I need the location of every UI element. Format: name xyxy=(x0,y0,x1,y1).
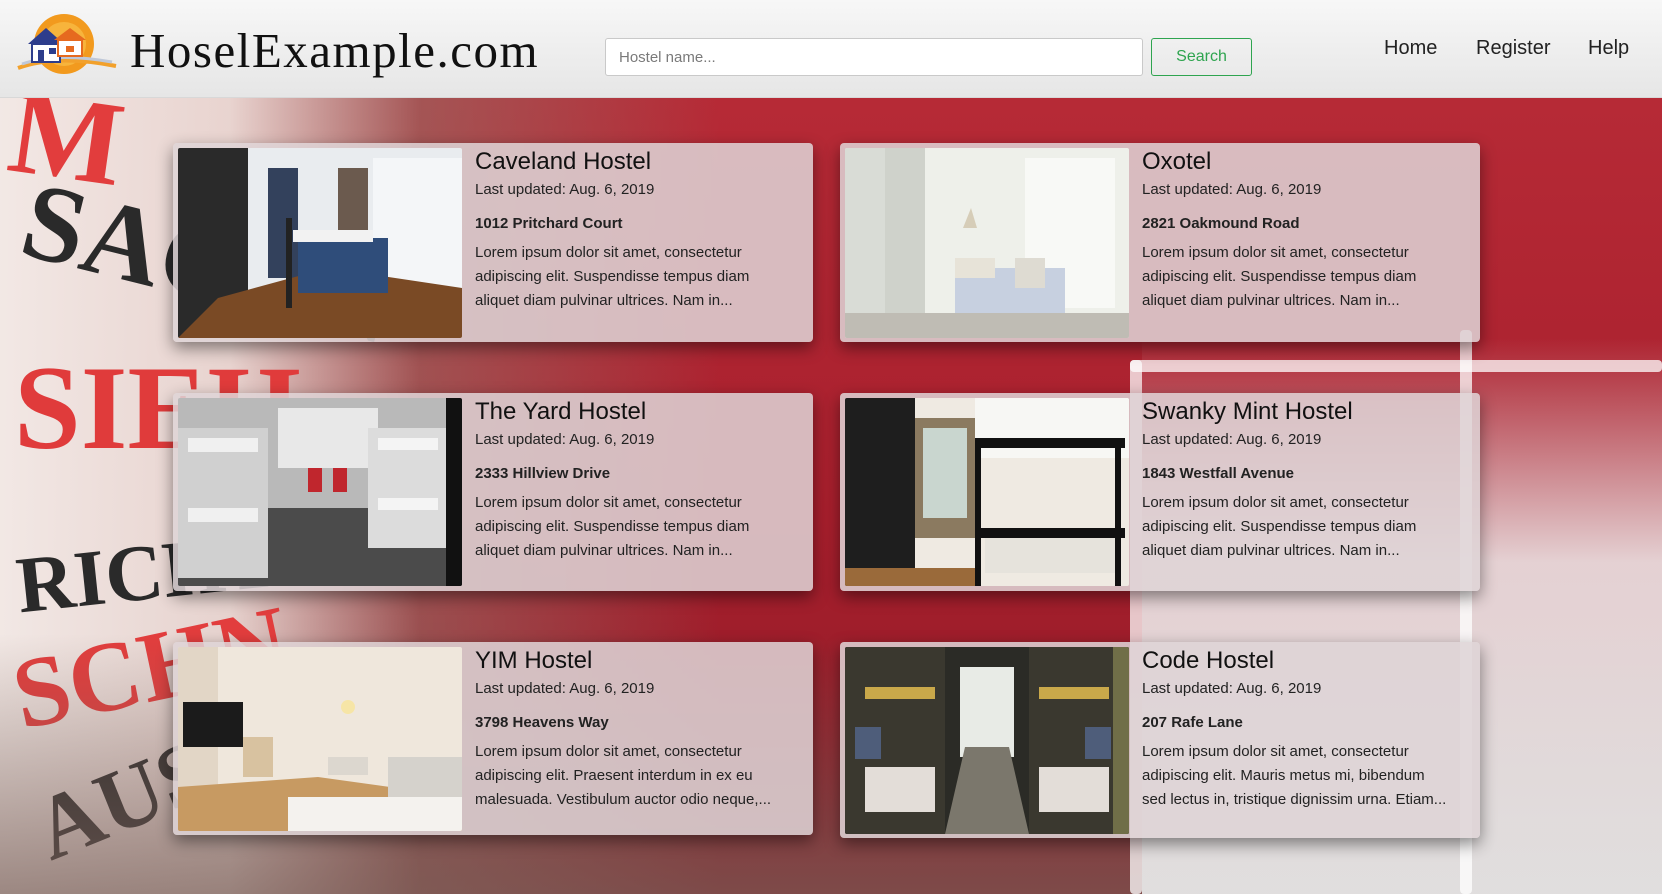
hostel-address: 2333 Hillview Drive xyxy=(475,465,611,482)
hostel-description: Lorem ipsum dolor sit amet, consectetur … xyxy=(475,241,805,313)
description-line: aliquet diam pulvinar ultrices. Nam in..… xyxy=(475,542,733,559)
description-line: Lorem ipsum dolor sit amet, consectetur xyxy=(475,743,742,760)
last-updated: Last updated: Aug. 6, 2019 xyxy=(475,680,655,697)
last-updated: Last updated: Aug. 6, 2019 xyxy=(475,181,655,198)
description-line: adipiscing elit. Praesent interdum in ex… xyxy=(475,767,753,784)
hostel-name[interactable]: Code Hostel xyxy=(1142,647,1274,675)
description-line: sed lectus in, tristique dignissim urna.… xyxy=(1142,791,1447,808)
description-line: adipiscing elit. Suspendisse tempus diam xyxy=(1142,518,1417,535)
description-line: Lorem ipsum dolor sit amet, consectetur xyxy=(475,494,742,511)
hostel-description: Lorem ipsum dolor sit amet, consectetur … xyxy=(1142,740,1472,812)
hostel-description: Lorem ipsum dolor sit amet, consectetur … xyxy=(475,740,805,812)
last-updated: Last updated: Aug. 6, 2019 xyxy=(475,431,655,448)
hostel-address: 1012 Pritchard Court xyxy=(475,215,623,232)
hostel-card[interactable]: Swanky Mint Hostel Last updated: Aug. 6,… xyxy=(840,393,1480,591)
description-line: Lorem ipsum dolor sit amet, consectetur xyxy=(1142,494,1409,511)
description-line: aliquet diam pulvinar ultrices. Nam in..… xyxy=(475,292,733,309)
hostel-name[interactable]: Caveland Hostel xyxy=(475,148,651,176)
hostel-name[interactable]: YIM Hostel xyxy=(475,647,592,675)
description-line: Lorem ipsum dolor sit amet, consectetur xyxy=(1142,244,1409,261)
hostel-photo[interactable] xyxy=(845,148,1129,338)
nav-link-help[interactable]: Help xyxy=(1588,37,1629,60)
last-updated: Last updated: Aug. 6, 2019 xyxy=(1142,680,1322,697)
hostel-card[interactable]: Code Hostel Last updated: Aug. 6, 2019 2… xyxy=(840,642,1480,838)
site-header: HoselExample.com Search Home Register He… xyxy=(0,0,1662,98)
site-title[interactable]: HoselExample.com xyxy=(130,22,539,79)
hostel-description: Lorem ipsum dolor sit amet, consectetur … xyxy=(475,491,805,563)
description-line: aliquet diam pulvinar ultrices. Nam in..… xyxy=(1142,542,1400,559)
description-line: adipiscing elit. Suspendisse tempus diam xyxy=(1142,268,1417,285)
description-line: Lorem ipsum dolor sit amet, consectetur xyxy=(475,244,742,261)
bed-rail xyxy=(1130,360,1662,372)
nav-link-register[interactable]: Register xyxy=(1476,37,1550,60)
description-line: Lorem ipsum dolor sit amet, consectetur xyxy=(1142,743,1409,760)
hostel-address: 207 Rafe Lane xyxy=(1142,714,1243,731)
description-line: adipiscing elit. Suspendisse tempus diam xyxy=(475,268,750,285)
description-line: adipiscing elit. Suspendisse tempus diam xyxy=(475,518,750,535)
hostel-name[interactable]: Oxotel xyxy=(1142,148,1211,176)
hostel-card[interactable]: YIM Hostel Last updated: Aug. 6, 2019 37… xyxy=(173,642,813,835)
hostel-photo[interactable] xyxy=(178,647,462,831)
hostel-photo[interactable] xyxy=(178,398,462,586)
description-line: malesuada. Vestibulum auctor odio neque,… xyxy=(475,791,772,808)
description-line: aliquet diam pulvinar ultrices. Nam in..… xyxy=(1142,292,1400,309)
hostel-description: Lorem ipsum dolor sit amet, consectetur … xyxy=(1142,241,1472,313)
hostel-description: Lorem ipsum dolor sit amet, consectetur … xyxy=(1142,491,1472,563)
hostel-name[interactable]: Swanky Mint Hostel xyxy=(1142,398,1353,426)
last-updated: Last updated: Aug. 6, 2019 xyxy=(1142,181,1322,198)
description-line: adipiscing elit. Mauris metus mi, bibend… xyxy=(1142,767,1425,784)
hostel-address: 2821 Oakmound Road xyxy=(1142,215,1300,232)
hostel-card[interactable]: Oxotel Last updated: Aug. 6, 2019 2821 O… xyxy=(840,143,1480,342)
hostel-address: 3798 Heavens Way xyxy=(475,714,609,731)
hostel-name[interactable]: The Yard Hostel xyxy=(475,398,646,426)
hostel-photo[interactable] xyxy=(178,148,462,338)
hostel-address: 1843 Westfall Avenue xyxy=(1142,465,1295,482)
last-updated: Last updated: Aug. 6, 2019 xyxy=(1142,431,1322,448)
hostel-photo[interactable] xyxy=(845,647,1129,834)
hostel-search-input[interactable] xyxy=(605,38,1143,76)
search-button[interactable]: Search xyxy=(1151,38,1252,76)
hostel-logo-icon[interactable] xyxy=(16,6,124,76)
hostel-photo[interactable] xyxy=(845,398,1129,586)
nav-link-home[interactable]: Home xyxy=(1384,37,1437,60)
hostel-card[interactable]: Caveland Hostel Last updated: Aug. 6, 20… xyxy=(173,143,813,342)
hostel-card[interactable]: The Yard Hostel Last updated: Aug. 6, 20… xyxy=(173,393,813,591)
